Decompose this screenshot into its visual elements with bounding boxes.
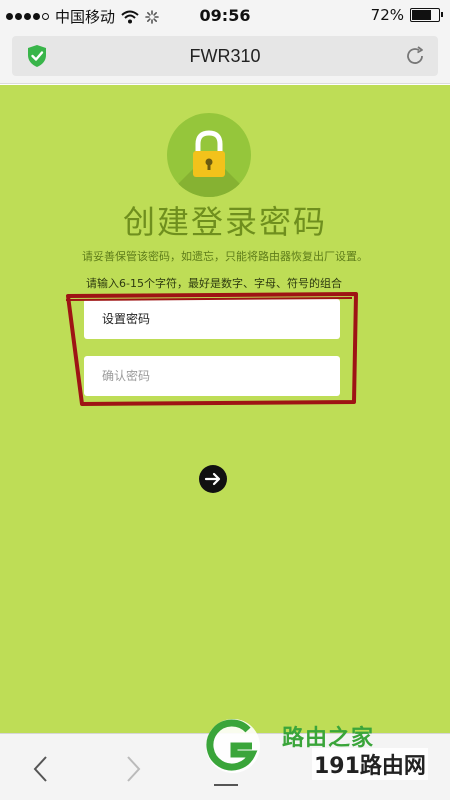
battery-icon <box>410 8 443 22</box>
status-right: 72% <box>370 6 443 24</box>
page-host: FWR310 <box>189 46 261 66</box>
browser-toolbar: FWR310 <box>0 30 450 84</box>
watermark-text-bottom: 191路由网 <box>312 748 428 780</box>
watermark-logo <box>206 719 260 773</box>
address-bar[interactable]: FWR310 <box>12 36 438 76</box>
reload-icon[interactable] <box>404 45 426 67</box>
padlock-icon <box>193 130 225 177</box>
red-highlight-annotation <box>65 292 358 406</box>
lock-badge <box>167 113 251 197</box>
router-setup-page: 创建登录密码 请妥善保管该密码，如遗忘，只能将路由器恢复出厂设置。 请输入6-1… <box>0 85 450 733</box>
next-button[interactable] <box>199 465 227 493</box>
password-hint: 请输入6-15个字符，最好是数字、字母、符号的组合 <box>86 277 342 290</box>
status-bar: 中国移动 09:56 72% <box>0 0 450 30</box>
chevron-left-icon[interactable] <box>30 754 52 784</box>
page-title: 创建登录密码 <box>122 203 327 241</box>
chevron-right-icon[interactable] <box>122 754 144 784</box>
page-subtitle: 请妥善保管该密码，如遗忘，只能将路由器恢复出厂设置。 <box>82 250 368 263</box>
menu-icon[interactable] <box>214 784 238 786</box>
arrow-right-icon <box>204 472 221 486</box>
browser-bottom-bar: 路由之家 191路由网 <box>0 719 450 800</box>
battery-percent: 72% <box>370 6 404 24</box>
